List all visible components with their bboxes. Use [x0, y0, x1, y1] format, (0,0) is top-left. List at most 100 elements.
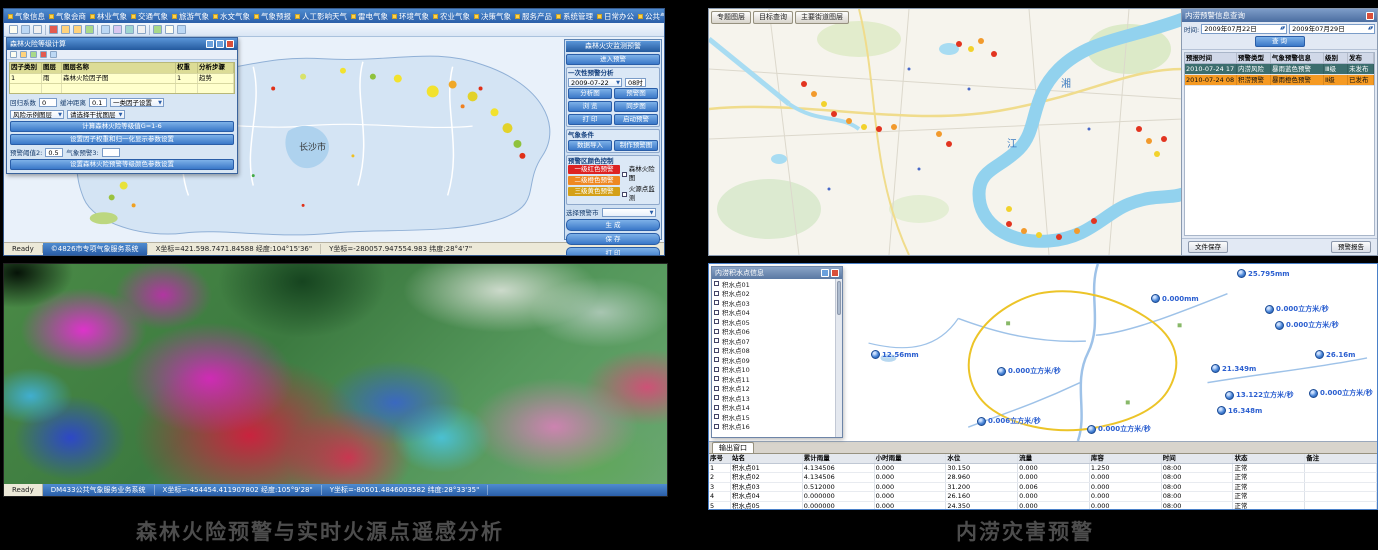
checkbox-icon[interactable]: [714, 367, 719, 372]
station-list-item[interactable]: 积水点10: [712, 365, 835, 375]
legend-icon[interactable]: [165, 25, 174, 34]
output-tab[interactable]: 输出窗口: [712, 442, 754, 453]
checkbox-icon[interactable]: [714, 281, 719, 286]
refresh-icon[interactable]: [177, 25, 186, 34]
checkbox-icon[interactable]: [714, 405, 719, 410]
menu-item[interactable]: 环境气象: [392, 11, 429, 22]
menu-item[interactable]: 林业气象: [90, 11, 127, 22]
menu-item[interactable]: 公共气象服务网: [638, 11, 664, 22]
station-marker[interactable]: 0.000立方米/秒: [1265, 304, 1329, 314]
table-row[interactable]: 2积水点024.1345060.00028.9600.0000.00008:00…: [709, 473, 1377, 483]
weather-button[interactable]: 数据导入: [568, 140, 612, 151]
checkbox-icon[interactable]: [714, 348, 719, 353]
sidebar-action-button[interactable]: 预警报告: [1331, 241, 1371, 253]
station-marker[interactable]: 0.000立方米/秒: [1275, 320, 1339, 330]
menu-item[interactable]: 交通气象: [131, 11, 168, 22]
dialog-tool-icon[interactable]: [10, 51, 17, 58]
analysis-button[interactable]: 预警图: [614, 88, 658, 99]
query-button[interactable]: 查 询: [1255, 36, 1305, 47]
weight-setting-button[interactable]: 设置因子权重和归一化显示参数设置: [10, 134, 234, 145]
checkbox-icon[interactable]: [714, 376, 719, 381]
station-list-item[interactable]: 积水点04: [712, 308, 835, 318]
analysis-button[interactable]: 启动预警: [614, 114, 658, 125]
menu-item[interactable]: 决策气象: [474, 11, 511, 22]
checkbox-icon[interactable]: [714, 386, 719, 391]
station-list-item[interactable]: 积水点08: [712, 346, 835, 356]
dialog-title-bar[interactable]: 森林火险等级计算: [7, 38, 237, 50]
menu-item[interactable]: 日常办公: [597, 11, 634, 22]
station-marker[interactable]: 0.000立方米/秒: [1309, 388, 1373, 398]
station-marker[interactable]: 13.122立方米/秒: [1225, 390, 1294, 400]
station-marker[interactable]: 16.348m: [1217, 406, 1262, 415]
weather-button[interactable]: 制作预警图: [614, 140, 658, 151]
checkbox-icon[interactable]: [714, 329, 719, 334]
fire-risk-checkbox[interactable]: 森林火险图: [622, 165, 658, 183]
close-button[interactable]: [1366, 12, 1374, 20]
station-marker[interactable]: 25.795mm: [1237, 269, 1290, 278]
layers-icon[interactable]: [153, 25, 162, 34]
checkbox-icon[interactable]: [714, 357, 719, 362]
class-select[interactable]: 一类因子设置: [110, 98, 164, 107]
table-row[interactable]: [10, 83, 234, 93]
hour-input[interactable]: 08时: [625, 78, 646, 87]
station-list-item[interactable]: 积水点07: [712, 336, 835, 346]
enter-warning-button[interactable]: 进入预警: [566, 54, 660, 65]
table-row[interactable]: 2010-07-24 08积涝预警暴雨橙色预警Ⅱ级已发布: [1185, 75, 1374, 86]
station-marker[interactable]: 26.16m: [1315, 350, 1355, 359]
station-list-item[interactable]: 积水点02: [712, 289, 835, 299]
print-icon[interactable]: [137, 25, 146, 34]
minimize-button[interactable]: [206, 40, 214, 48]
buffer-input[interactable]: 0.1: [89, 98, 107, 107]
calc-grade-button[interactable]: 计算森林火险等级值G=1-6: [10, 121, 234, 132]
pan-icon[interactable]: [85, 25, 94, 34]
station-panel-title-bar[interactable]: 内涝积水点信息: [712, 267, 842, 279]
checkbox-icon[interactable]: [714, 291, 719, 296]
open-icon[interactable]: [21, 25, 30, 34]
station-list-item[interactable]: 积水点12: [712, 384, 835, 394]
layer-tab[interactable]: 主要街道图层: [795, 11, 849, 24]
table-row[interactable]: 5积水点050.0000000.00024.3500.0000.00008:00…: [709, 502, 1377, 511]
station-marker[interactable]: 0.000立方米/秒: [1087, 424, 1151, 434]
menu-item[interactable]: 农业气象: [433, 11, 470, 22]
level-yellow[interactable]: 三级黄色预警: [568, 187, 620, 196]
identify-icon[interactable]: [113, 25, 122, 34]
save-icon[interactable]: [33, 25, 42, 34]
end-date-picker[interactable]: 2009年07月29日: [1289, 24, 1375, 34]
dialog-tool-icon[interactable]: [30, 51, 37, 58]
close-button[interactable]: [831, 269, 839, 277]
close-layer-icon[interactable]: [49, 25, 58, 34]
sidebar-title-bar[interactable]: 内涝预警信息查询: [1182, 9, 1377, 22]
menu-item[interactable]: 气象预报: [254, 11, 291, 22]
station-marker[interactable]: 21.349m: [1211, 364, 1256, 373]
station-marker[interactable]: 0.000mm: [1151, 294, 1199, 303]
start-date-picker[interactable]: 2009年07月22日: [1201, 24, 1287, 34]
station-list-item[interactable]: 积水点01: [712, 279, 835, 289]
panel-action-button[interactable]: 生 成: [566, 219, 660, 231]
disturb-layer-select[interactable]: 请选择干扰图层: [67, 110, 125, 119]
collapse-button[interactable]: [821, 269, 829, 277]
sidebar-action-button[interactable]: 文件保存: [1188, 241, 1228, 253]
table-row[interactable]: 1雨森林火险因子图1趋势: [10, 73, 234, 83]
dialog-tool-icon[interactable]: [40, 51, 47, 58]
zoom-out-icon[interactable]: [73, 25, 82, 34]
station-marker[interactable]: 0.006立方米/秒: [977, 416, 1041, 426]
remote-sensing-image[interactable]: [4, 264, 667, 484]
table-row[interactable]: 4积水点040.0000000.00026.1600.0000.00008:00…: [709, 492, 1377, 502]
zoom-in-icon[interactable]: [61, 25, 70, 34]
level-orange[interactable]: 二级橙色预警: [568, 176, 620, 185]
menu-item[interactable]: 人工影响天气: [295, 11, 347, 22]
station-list-item[interactable]: 积水点05: [712, 317, 835, 327]
menu-item[interactable]: 旅游气象: [172, 11, 209, 22]
new-map-icon[interactable]: [9, 25, 18, 34]
checkbox-icon[interactable]: [714, 319, 719, 324]
table-row[interactable]: 3积水点030.5120000.00031.2000.0060.00008:00…: [709, 483, 1377, 493]
checkbox-icon[interactable]: [714, 414, 719, 419]
menu-item[interactable]: 气象会商: [49, 11, 86, 22]
menu-item[interactable]: 雷电气象: [351, 11, 388, 22]
city-map-canvas[interactable]: 湘 江: [709, 9, 1183, 255]
city-select[interactable]: [602, 208, 656, 217]
station-list-item[interactable]: 积水点06: [712, 327, 835, 337]
table-row[interactable]: 2010-07-24 17内涝风险暴雨蓝色预警Ⅲ级未发布: [1185, 64, 1374, 75]
checkbox-icon[interactable]: [714, 424, 719, 429]
station-list-item[interactable]: 积水点03: [712, 298, 835, 308]
